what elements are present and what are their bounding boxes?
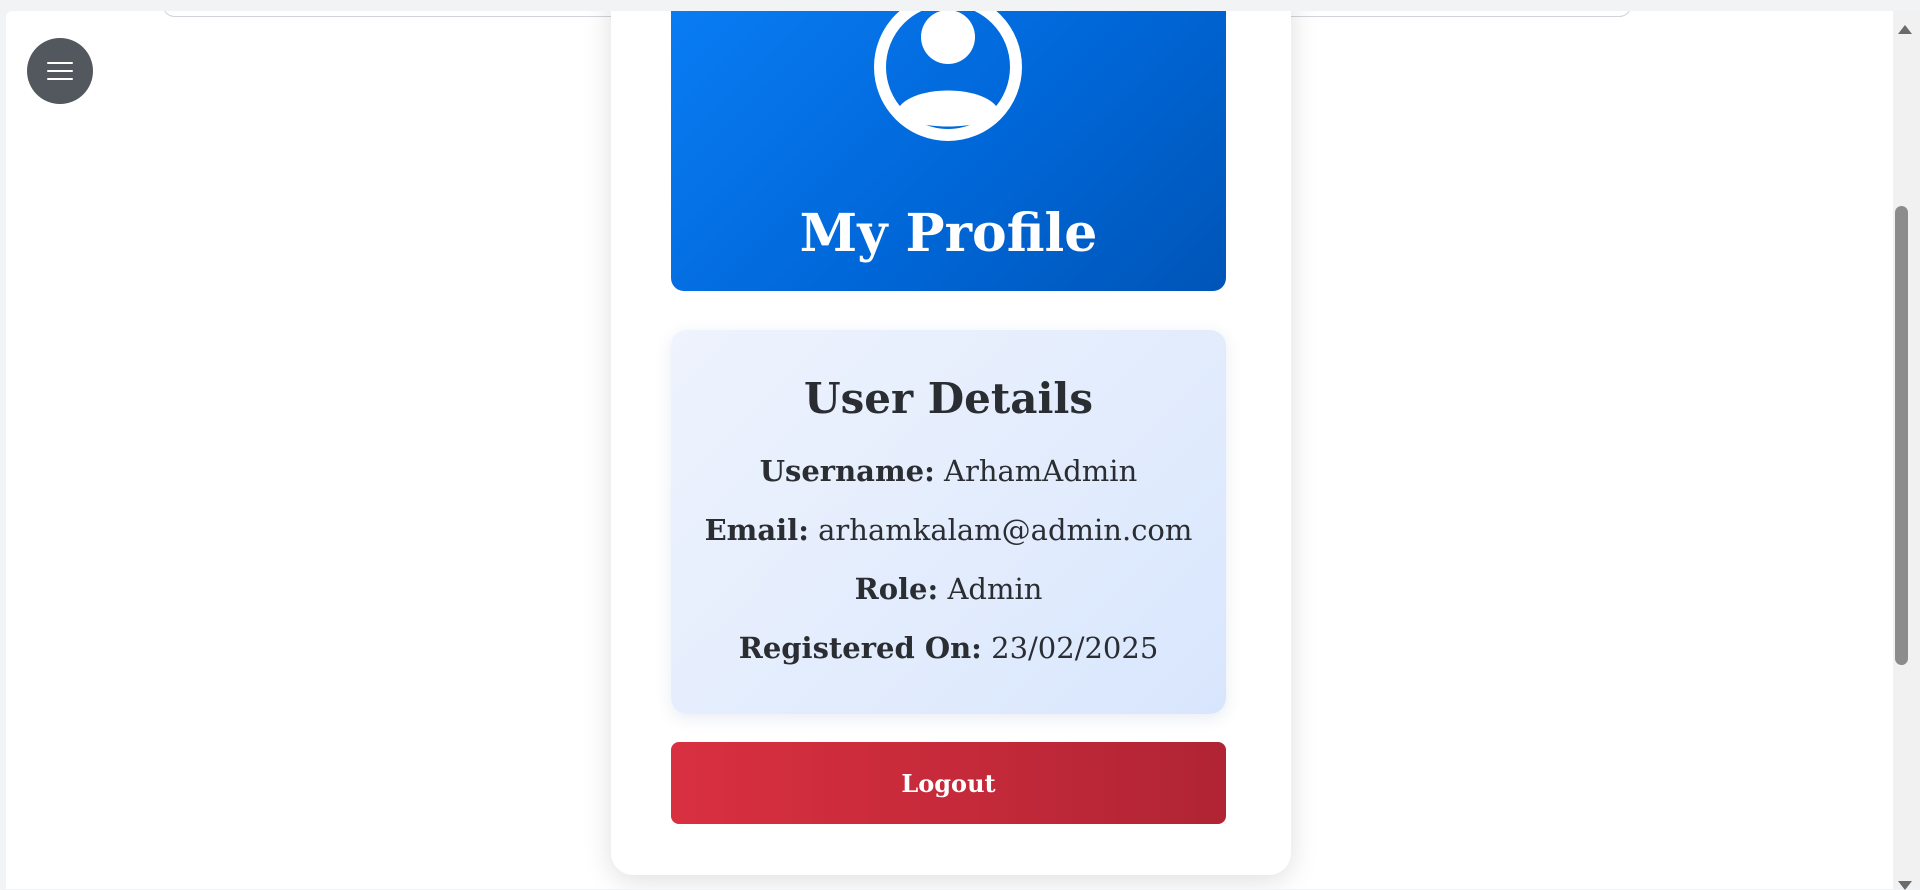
detail-value: arhamkalam@admin.com [818, 513, 1193, 547]
logout-button[interactable]: Logout [671, 742, 1226, 824]
detail-value: Admin [947, 572, 1043, 606]
detail-label: Email: [704, 513, 809, 547]
detail-label: Role: [854, 572, 939, 606]
browser-viewport: My Profile User Details Username: ArhamA… [6, 11, 1893, 889]
scrollbar-thumb[interactable] [1895, 206, 1908, 665]
detail-value: ArhamAdmin [944, 454, 1138, 488]
user-circle-icon [874, 11, 1022, 141]
scroll-up-arrow-icon[interactable] [1898, 25, 1912, 34]
detail-row-email: Email: arhamkalam@admin.com [671, 513, 1226, 547]
profile-header: My Profile [671, 11, 1226, 291]
detail-label: Username: [759, 454, 935, 488]
detail-value: 23/02/2025 [991, 631, 1159, 665]
detail-row-registered-on: Registered On: 23/02/2025 [671, 631, 1226, 665]
detail-row-role: Role: Admin [671, 572, 1226, 606]
vertical-scrollbar[interactable] [1893, 11, 1920, 890]
profile-card: My Profile User Details Username: ArhamA… [611, 11, 1291, 875]
detail-row-username: Username: ArhamAdmin [671, 454, 1226, 488]
detail-label: Registered On: [738, 631, 982, 665]
hamburger-menu-icon [47, 61, 73, 81]
menu-toggle-button[interactable] [27, 38, 93, 104]
user-details-card: User Details Username: ArhamAdmin Email:… [671, 330, 1226, 714]
page-title: My Profile [799, 203, 1098, 264]
user-details-title: User Details [803, 374, 1094, 423]
